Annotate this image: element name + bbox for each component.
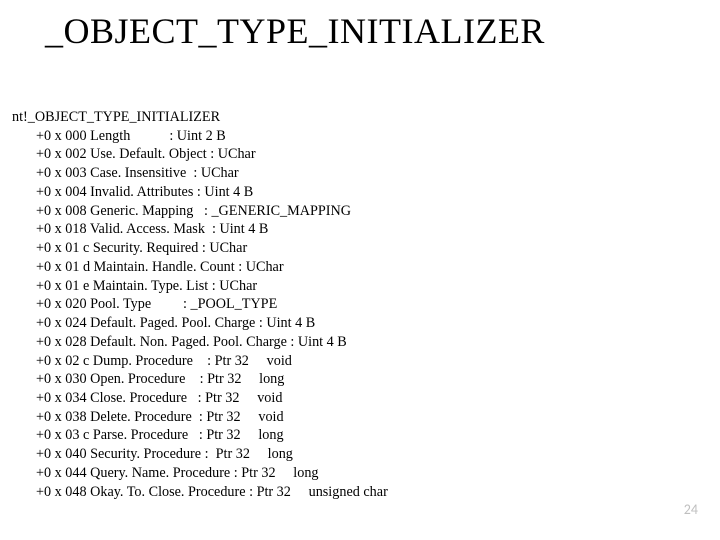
struct-field: +0 x 034 Close. Procedure : Ptr 32 void [12, 389, 388, 408]
struct-field: +0 x 008 Generic. Mapping : _GENERIC_MAP… [12, 202, 388, 221]
struct-field: +0 x 000 Length : Uint 2 B [12, 127, 388, 146]
struct-field: +0 x 03 c Parse. Procedure : Ptr 32 long [12, 426, 388, 445]
struct-field: +0 x 002 Use. Default. Object : UChar [12, 145, 388, 164]
struct-field: +0 x 024 Default. Paged. Pool. Charge : … [12, 314, 388, 333]
struct-field: +0 x 044 Query. Name. Procedure : Ptr 32… [12, 464, 388, 483]
struct-field: +0 x 038 Delete. Procedure : Ptr 32 void [12, 408, 388, 427]
struct-field: +0 x 01 d Maintain. Handle. Count : UCha… [12, 258, 388, 277]
struct-field: +0 x 01 c Security. Required : UChar [12, 239, 388, 258]
struct-field: +0 x 030 Open. Procedure : Ptr 32 long [12, 370, 388, 389]
struct-field: +0 x 020 Pool. Type : _POOL_TYPE [12, 295, 388, 314]
struct-field: +0 x 003 Case. Insensitive : UChar [12, 164, 388, 183]
slide-number: 24 [684, 501, 698, 518]
struct-field: +0 x 028 Default. Non. Paged. Pool. Char… [12, 333, 388, 352]
struct-field: +0 x 048 Okay. To. Close. Procedure : Pt… [12, 483, 388, 502]
struct-field: +0 x 018 Valid. Access. Mask : Uint 4 B [12, 220, 388, 239]
page-title: _OBJECT_TYPE_INITIALIZER [45, 10, 545, 52]
struct-field: +0 x 01 e Maintain. Type. List : UChar [12, 277, 388, 296]
struct-name: nt!_OBJECT_TYPE_INITIALIZER [12, 108, 388, 127]
struct-field: +0 x 02 c Dump. Procedure : Ptr 32 void [12, 352, 388, 371]
struct-definition: nt!_OBJECT_TYPE_INITIALIZER +0 x 000 Len… [12, 108, 388, 501]
struct-field: +0 x 004 Invalid. Attributes : Uint 4 B [12, 183, 388, 202]
struct-field: +0 x 040 Security. Procedure : Ptr 32 lo… [12, 445, 388, 464]
